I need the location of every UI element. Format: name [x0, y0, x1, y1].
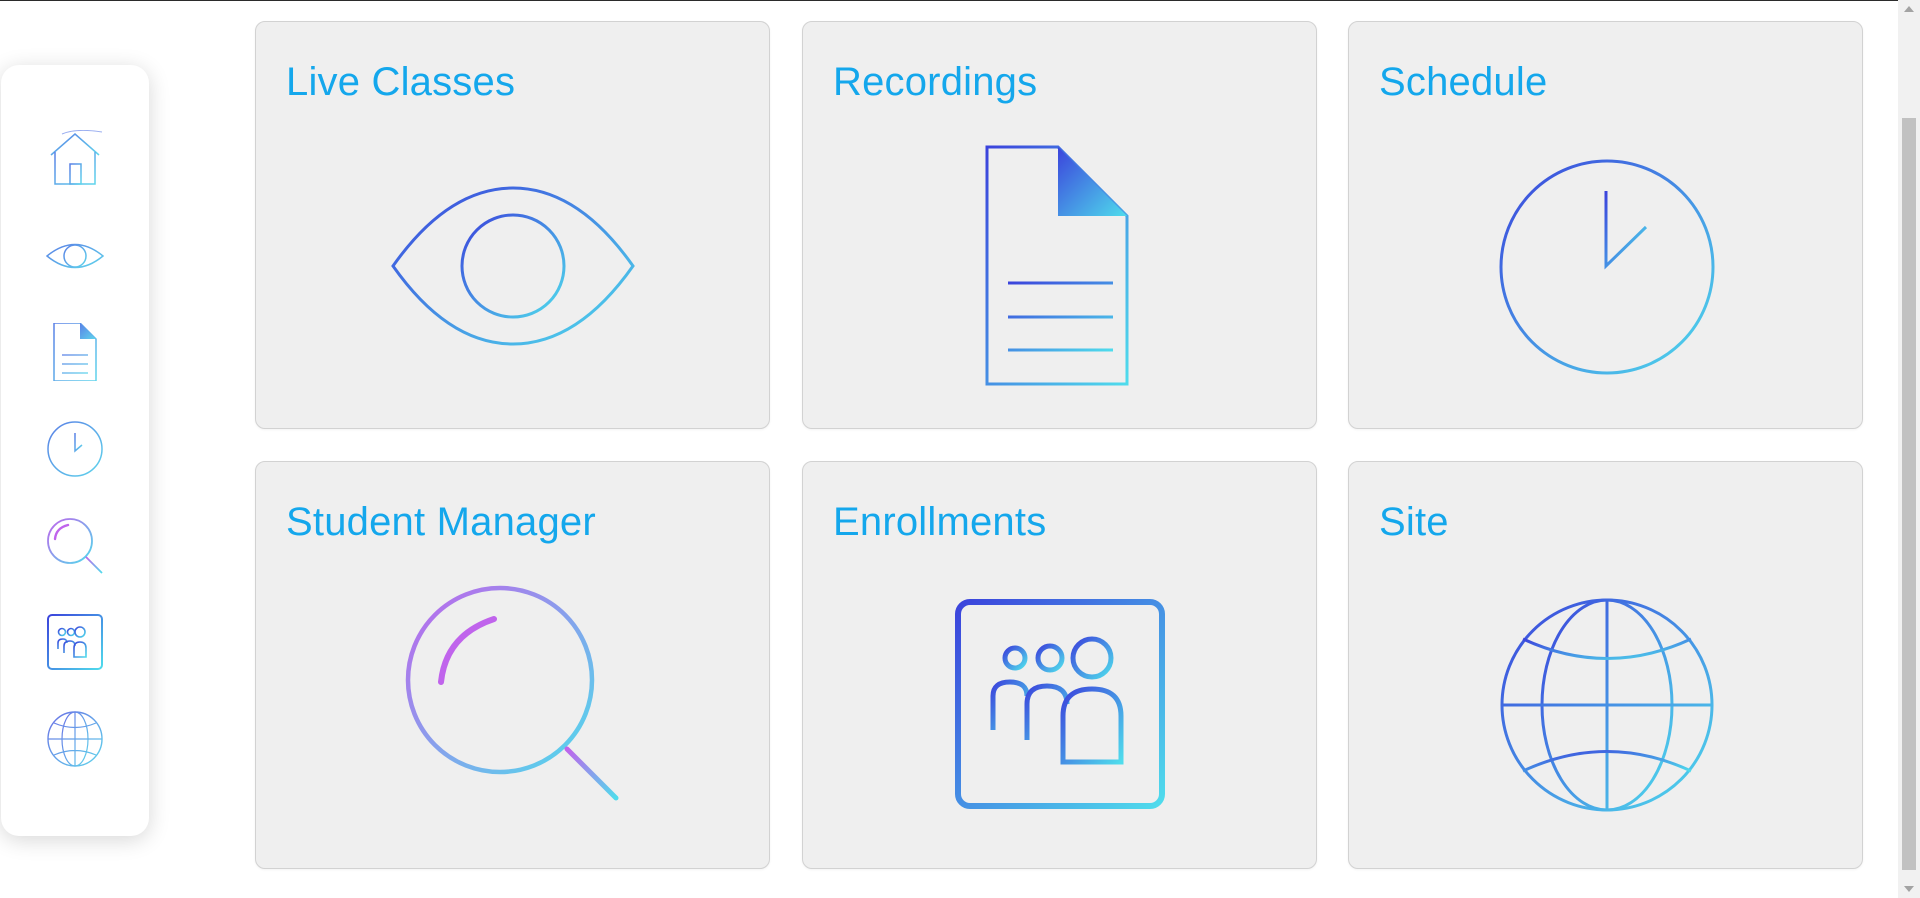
- clock-icon: [1476, 136, 1736, 396]
- document-icon: [930, 136, 1190, 396]
- card-title: Site: [1379, 500, 1449, 544]
- eye-icon: [383, 136, 643, 396]
- card-site[interactable]: Site: [1348, 461, 1863, 869]
- home-icon: [50, 130, 103, 185]
- card-enrollments[interactable]: Enrollments: [802, 461, 1317, 869]
- card-student-manager[interactable]: Student Manager: [255, 461, 770, 869]
- card-title: Recordings: [833, 60, 1038, 104]
- card-schedule[interactable]: Schedule: [1348, 21, 1863, 429]
- people-icon: [47, 614, 103, 670]
- sidebar-item-live-classes[interactable]: [46, 227, 104, 285]
- card-recordings[interactable]: Recordings: [802, 21, 1317, 429]
- vertical-scrollbar[interactable]: [1898, 0, 1920, 898]
- eye-icon: [46, 243, 104, 269]
- window-top-border: [0, 0, 1898, 1]
- card-title: Schedule: [1379, 60, 1548, 104]
- globe-icon: [1476, 576, 1736, 836]
- sidebar-item-enrollments[interactable]: [46, 613, 104, 671]
- clock-icon: [47, 421, 103, 477]
- card-live-classes[interactable]: Live Classes: [255, 21, 770, 429]
- sidebar-item-site[interactable]: [46, 710, 104, 768]
- card-title: Live Classes: [286, 60, 516, 104]
- scroll-up-arrow-icon[interactable]: [1904, 6, 1914, 12]
- search-icon: [383, 576, 643, 836]
- scroll-down-arrow-icon[interactable]: [1904, 886, 1914, 892]
- people-icon: [930, 576, 1190, 836]
- globe-icon: [47, 711, 103, 767]
- scroll-thumb[interactable]: [1902, 118, 1916, 870]
- sidebar-item-home[interactable]: [46, 130, 104, 188]
- card-title: Enrollments: [833, 500, 1047, 544]
- card-title: Student Manager: [286, 500, 596, 544]
- sidebar-item-schedule[interactable]: [46, 420, 104, 478]
- search-icon: [47, 518, 103, 574]
- sidebar: [1, 65, 149, 836]
- sidebar-item-recordings[interactable]: [46, 323, 104, 381]
- document-icon: [53, 323, 97, 381]
- sidebar-item-student-manager[interactable]: [46, 517, 104, 575]
